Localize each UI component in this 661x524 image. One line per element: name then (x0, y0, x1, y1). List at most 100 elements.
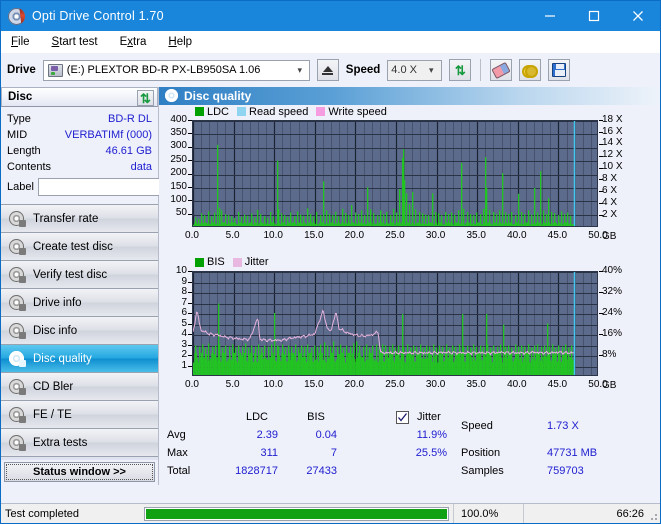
disc-icon (9, 211, 26, 227)
y-tick-label: 150 (170, 180, 187, 192)
connect-button[interactable] (519, 59, 542, 81)
x-tick-label: 10.0 (263, 229, 283, 241)
sidebar-item-verify-test-disc[interactable]: Verify test disc (1, 261, 158, 289)
refresh-button[interactable]: ⇅ (449, 59, 472, 81)
y2-tick-mark (599, 190, 603, 192)
y2-tick-mark (599, 119, 603, 121)
stats-bis-max: 7 (330, 447, 337, 460)
status-window-button[interactable]: Status window >> (4, 462, 155, 482)
bis-plot (192, 271, 598, 377)
disc-icon (9, 239, 26, 255)
y-tick-mark (188, 324, 192, 326)
toolbar-divider (480, 59, 482, 81)
legend-swatch (232, 257, 242, 267)
menu-extra[interactable]: Extra (119, 34, 148, 50)
disc-info-row-length: Length 46.61 GB (7, 143, 152, 159)
sidebar-item-label: FE / TE (33, 408, 72, 421)
disc-refresh-button[interactable]: ⇅ (137, 90, 154, 106)
y-tick-mark (188, 345, 192, 347)
speed-select[interactable]: 4.0 X ▾ (387, 59, 443, 81)
x-tick-label: 10.0 (263, 379, 283, 391)
disc-mid-label: MID (7, 129, 28, 141)
sidebar-nav: Transfer rate Create test disc Verify te… (1, 204, 158, 457)
ldc-chart-legend: LDC Read speed Write speed (195, 106, 391, 118)
jitter-checkbox[interactable] (396, 411, 409, 425)
y2-tick-label: 12 X (602, 149, 623, 161)
menu-bar: File Start test Extra Help (1, 31, 660, 53)
x-tick-label: 5.0 (225, 229, 240, 241)
sidebar-item-fe-te[interactable]: FE / TE (1, 401, 158, 429)
erase-button[interactable] (490, 59, 513, 81)
y2-tick-mark (599, 143, 603, 145)
sidebar-item-disc-info[interactable]: Disc info (1, 317, 158, 345)
stats-jitter-max: 25.5% (415, 447, 447, 460)
progress-bar-fill (146, 508, 447, 519)
y-tick-label: 250 (170, 153, 187, 165)
minimize-icon[interactable] (528, 1, 572, 31)
sidebar-item-cd-bler[interactable]: CD Bler (1, 373, 158, 401)
sidebar-item-label: Verify test disc (33, 268, 108, 281)
menu-help[interactable]: Help (167, 34, 193, 50)
x-tick-label: 40.0 (507, 379, 527, 391)
drive-toolbar: Drive (E:) PLEXTOR BD-R PX-LB950SA 1.06 … (1, 53, 660, 87)
y-tick-label: 100 (170, 193, 187, 205)
y2-tick-label: 16% (602, 328, 623, 340)
window-controls (528, 1, 660, 31)
x-tick-label: 25.0 (385, 229, 405, 241)
y-tick-mark (188, 292, 192, 294)
bis-chart: BIS Jitter 1 2 3 4 5 6 7 8 9 10 8% 16% 24% 32% 40% 0.0 5.… (159, 254, 660, 406)
sidebar-item-transfer-rate[interactable]: Transfer rate (1, 205, 158, 233)
sidebar-item-label: Extra tests (33, 436, 88, 449)
y2-tick-mark (599, 292, 603, 294)
title-bar: Opti Drive Control 1.70 (1, 1, 660, 31)
chevron-down-icon: ▾ (429, 64, 434, 75)
stats-row-header-avg: Avg (167, 429, 186, 442)
app-window: Opti Drive Control 1.70 File Start test … (0, 0, 661, 524)
sidebar-item-disc-quality[interactable]: Disc quality (1, 345, 158, 373)
save-button[interactable] (548, 59, 571, 81)
x-tick-label: 35.0 (466, 379, 486, 391)
stats-ldc-max: 311 (260, 447, 278, 460)
speed-label: Speed (345, 64, 381, 76)
menu-file[interactable]: File (10, 34, 31, 50)
y2-tick-mark (599, 131, 603, 133)
main-body: Disc ⇅ Type BD-R DL MID VERBATIMf (000) … (1, 87, 660, 485)
x-tick-label: 35.0 (466, 229, 486, 241)
menu-start-test[interactable]: Start test (51, 34, 99, 50)
y2-tick-mark (599, 271, 603, 273)
eject-button[interactable] (316, 59, 339, 81)
y-tick-mark (188, 173, 192, 175)
menu-file-rest: ile (18, 36, 30, 48)
resize-grip-icon[interactable] (648, 511, 658, 521)
y2-tick-mark (599, 202, 603, 204)
sidebar-item-extra-tests[interactable]: Extra tests (1, 429, 158, 457)
x-tick-label: 30.0 (425, 379, 446, 391)
y-tick-label: 6 (181, 307, 187, 319)
drive-select[interactable]: (E:) PLEXTOR BD-R PX-LB950SA 1.06 ▾ (42, 59, 310, 81)
y-tick-label: 3 (181, 338, 187, 350)
y2-tick-label: 10 X (602, 161, 623, 173)
legend-label: LDC (207, 105, 230, 118)
y-tick-label: 8 (181, 286, 187, 298)
sidebar-item-drive-info[interactable]: Drive info (1, 289, 158, 317)
y-tick-label: 10 (175, 265, 187, 277)
stats-bis-avg: 0.04 (315, 429, 337, 442)
menu-help-rest: elp (176, 36, 193, 48)
y-tick-mark (188, 355, 192, 357)
y2-tick-label: 2 X (602, 208, 618, 220)
eraser-icon (491, 61, 511, 79)
legend-item: LDC (195, 106, 229, 118)
y-tick-mark (188, 313, 192, 315)
y-tick-label: 50 (175, 207, 187, 219)
x-tick-label: 45.0 (547, 229, 568, 241)
maximize-icon[interactable] (572, 1, 616, 31)
close-icon[interactable] (616, 1, 660, 31)
y-tick-mark (188, 334, 192, 336)
stats-position-label: Position (461, 447, 501, 460)
status-message: Test completed (5, 507, 79, 520)
x-tick-label: 40.0 (507, 229, 527, 241)
y-tick-label: 400 (170, 113, 187, 125)
bis-chart-legend: BIS Jitter (195, 256, 273, 268)
sidebar-item-create-test-disc[interactable]: Create test disc (1, 233, 158, 261)
y-tick-mark (188, 186, 192, 188)
